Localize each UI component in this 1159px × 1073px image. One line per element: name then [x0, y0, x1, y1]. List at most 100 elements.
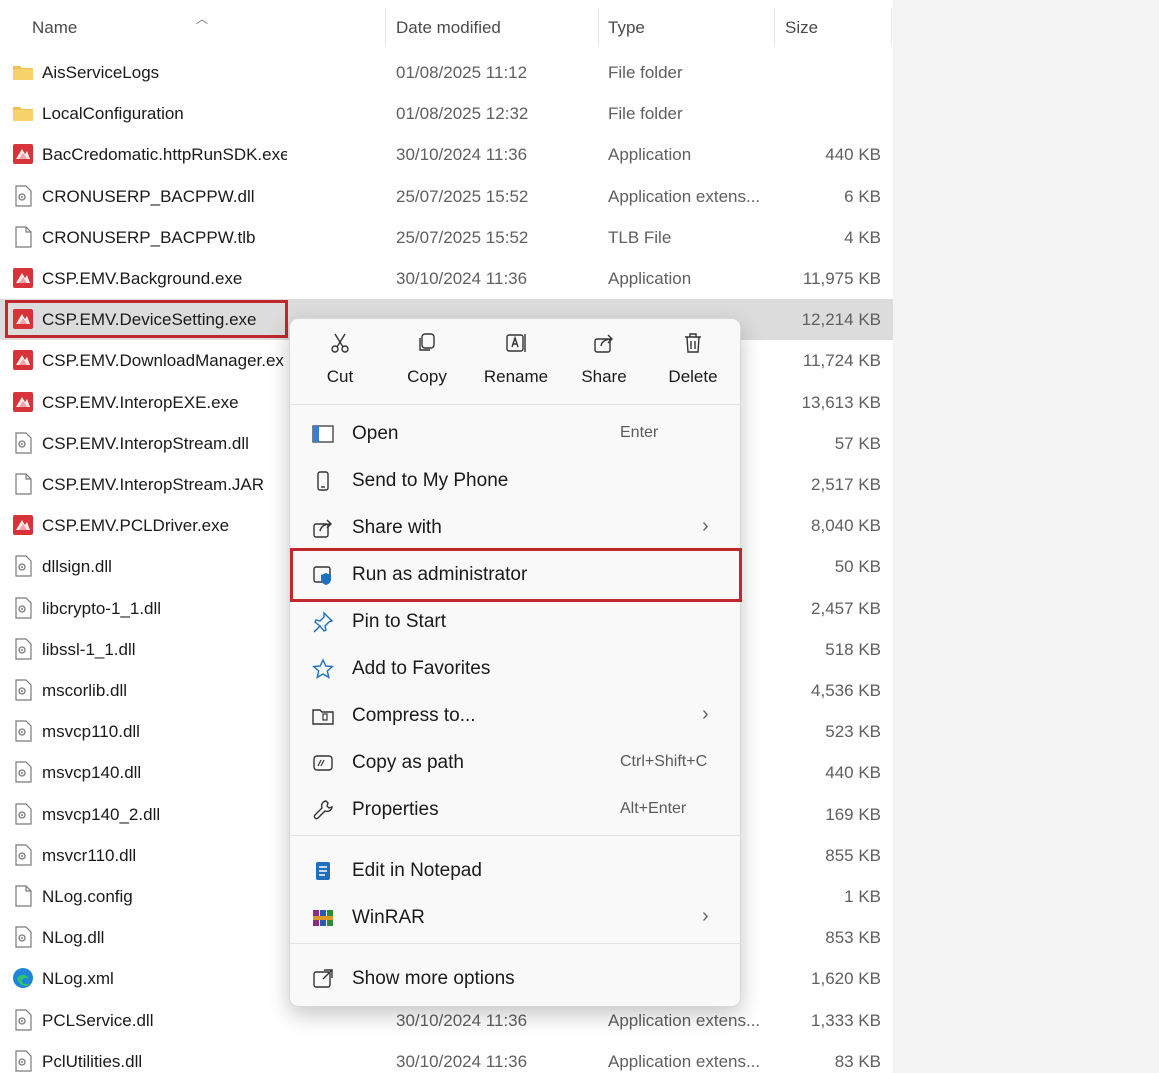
file-icon	[12, 885, 34, 907]
column-header-name[interactable]: Name	[32, 8, 77, 48]
file-date: 30/10/2024 11:36	[396, 1051, 528, 1071]
column-header-size[interactable]: Size	[785, 8, 818, 48]
column-divider[interactable]	[385, 8, 386, 46]
menu-item-shortcut: Alt+Enter	[620, 800, 687, 817]
file-name: PCLService.dll	[42, 1010, 154, 1030]
file-row[interactable]: CRONUSERP_BACPPW.tlb 25/07/2025 15:52 TLB …	[0, 217, 893, 258]
delete-button[interactable]: Delete	[653, 331, 733, 395]
zip-icon	[312, 705, 334, 727]
file-name: CSP.EMV.DownloadManager.ex	[42, 351, 284, 371]
file-date: 30/10/2024 11:36	[396, 145, 528, 165]
dll-icon	[12, 720, 34, 742]
file-size: 12,214 KB	[801, 310, 881, 330]
file-name: BacCredomatic.httpRunSDK.exe	[42, 145, 287, 165]
file-type: File folder	[608, 63, 683, 82]
share-with-icon	[312, 517, 334, 539]
file-row[interactable]: PclUtilities.dll 30/10/2024 11:36 Applicat…	[0, 1041, 893, 1073]
dll-icon	[12, 926, 34, 948]
cut-button[interactable]: Cut	[300, 331, 380, 395]
menu-item-add-to-favorites[interactable]: Add to Favorites	[290, 647, 742, 691]
file-name: mscorlib.dll	[42, 681, 128, 700]
quick-action-label: Rename	[483, 367, 549, 386]
menu-item-send-to-my-phone[interactable]: Send to My Phone	[290, 459, 742, 503]
rename-icon	[504, 331, 528, 355]
quick-action-label: Cut	[326, 367, 354, 386]
dll-icon	[12, 596, 34, 619]
menu-item-open[interactable]: Open Enter	[290, 412, 742, 456]
app-icon	[12, 143, 34, 165]
file-name: CSP.EMV.InteropStream.JAR	[42, 475, 265, 494]
column-header-date[interactable]: Date modified	[396, 8, 501, 48]
file-size: 523 KB	[825, 722, 881, 742]
menu-item-edit-in-notepad[interactable]: Edit in Notepad	[290, 849, 742, 893]
menu-item-show-more-options[interactable]: Show more options	[290, 957, 742, 1001]
file-size: 11,724 KB	[802, 351, 881, 371]
share-button[interactable]: Share	[564, 331, 644, 395]
column-divider[interactable]	[774, 8, 775, 46]
file-size: 2,457 KB	[811, 598, 881, 618]
rename-button[interactable]: Rename	[476, 331, 556, 395]
file-row[interactable]: CRONUSERP_BACPPW.dll 25/07/2025 15:52 Appl…	[0, 176, 893, 217]
chevron-right-icon: ›	[702, 703, 709, 725]
context-menu: Cut Copy Rename Share Delete Open Enter Send t…	[289, 318, 742, 1007]
file-size: 169 KB	[825, 804, 881, 824]
app-icon	[12, 267, 34, 289]
menu-item-label: Share with	[352, 517, 442, 538]
annotation-highlight-run-as-admin	[290, 548, 742, 602]
dll-icon	[12, 679, 34, 701]
file-row[interactable]: LocalConfiguration 01/08/2025 12:32 File f…	[0, 93, 893, 134]
folder-icon	[12, 102, 34, 124]
file-name: AisServiceLogs	[42, 63, 160, 82]
file-icon	[12, 473, 34, 495]
file-name: libssl-1_1.dll	[42, 639, 136, 659]
notepad-icon	[312, 860, 334, 882]
app-icon	[12, 514, 34, 536]
copy-button[interactable]: Copy	[387, 331, 467, 395]
menu-separator	[290, 835, 742, 836]
file-type: Application	[608, 145, 692, 165]
menu-item-label: WinRAR	[352, 907, 425, 928]
phone-icon	[312, 470, 334, 492]
file-type: Application extens...	[608, 186, 761, 206]
menu-item-copy-as-path[interactable]: Copy as path Ctrl+Shift+C	[290, 741, 742, 785]
menu-item-label: Pin to Start	[352, 611, 446, 632]
column-header-type[interactable]: Type	[608, 8, 645, 48]
file-size: 50 KB	[834, 557, 881, 577]
column-divider[interactable]	[598, 8, 599, 46]
menu-item-share-with[interactable]: Share with ›	[290, 506, 742, 550]
menu-item-label: Open	[352, 423, 399, 444]
app-icon	[12, 391, 34, 413]
file-row[interactable]: CSP.EMV.Background.exe 30/10/2024 11:36 Ap…	[0, 258, 893, 299]
file-size: 518 KB	[825, 639, 881, 659]
file-type: Application	[608, 269, 692, 288]
quick-action-label: Delete	[668, 367, 718, 386]
annotation-highlight-file	[5, 300, 288, 338]
menu-item-winrar[interactable]: WinRAR ›	[290, 896, 742, 940]
quick-action-label: Copy	[407, 367, 447, 386]
copy-icon	[415, 331, 439, 355]
file-row[interactable]: AisServiceLogs 01/08/2025 11:12 File folde…	[0, 52, 893, 93]
menu-item-properties[interactable]: Properties Alt+Enter	[290, 788, 742, 832]
menu-item-compress-to[interactable]: Compress to... ›	[290, 694, 742, 738]
menu-item-label: Properties	[352, 799, 439, 820]
file-size: 440 KB	[825, 145, 881, 165]
file-type: TLB File	[608, 227, 672, 247]
file-size: 1,620 KB	[811, 969, 881, 989]
menu-item-label: Compress to...	[352, 705, 476, 726]
file-row[interactable]: BacCredomatic.httpRunSDK.exe 30/10/2024 1…	[0, 134, 893, 175]
file-size: 11,975 KB	[802, 269, 881, 288]
menu-item-pin-to-start[interactable]: Pin to Start	[290, 600, 742, 644]
file-size: 13,613 KB	[801, 392, 881, 412]
file-name: NLog.dll	[42, 928, 105, 948]
menu-item-shortcut: Enter	[620, 424, 659, 441]
dll-icon	[12, 432, 34, 454]
column-divider[interactable]	[891, 8, 892, 46]
file-size: 2,517 KB	[811, 475, 881, 494]
dll-icon	[12, 1050, 34, 1072]
quick-actions-bar: Cut Copy Rename Share Delete	[290, 319, 742, 405]
file-name: CSP.EMV.InteropEXE.exe	[42, 392, 239, 412]
dll-icon	[12, 184, 34, 207]
trash-icon	[681, 331, 705, 355]
file-name: CSP.EMV.PCLDriver.exe	[42, 516, 230, 536]
pin-icon	[312, 611, 334, 633]
